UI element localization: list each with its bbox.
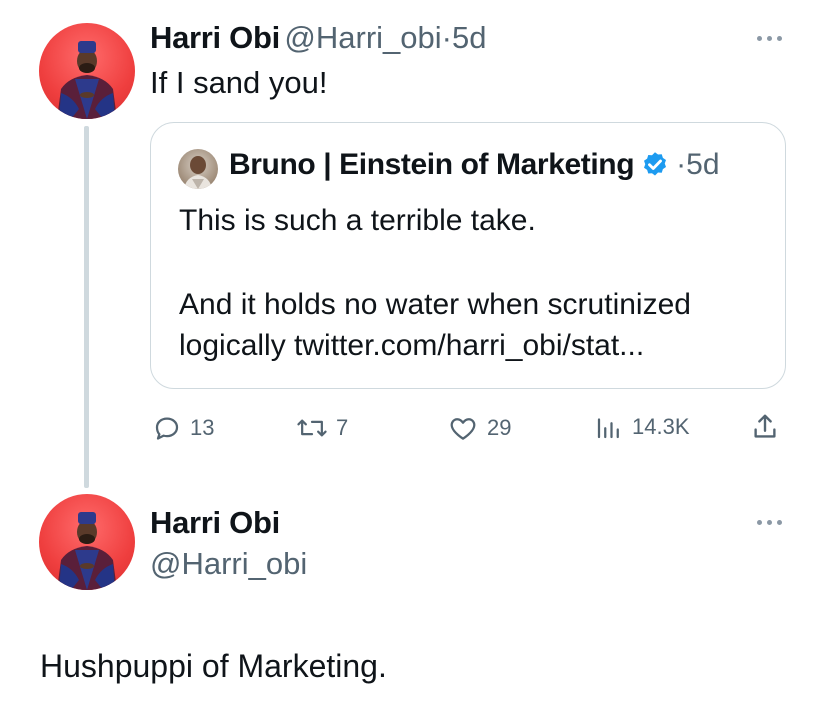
quoted-line-2: And it holds no water when scrutinized	[179, 288, 691, 321]
quoted-author-avatar	[178, 149, 218, 189]
quoted-line-3: logically twitter.com/harri_obi/stat...	[179, 329, 645, 362]
author-avatar[interactable]	[39, 23, 135, 119]
separator-dot: ·	[441, 20, 452, 55]
views-button[interactable]: 14.3K	[594, 412, 690, 442]
author-handle[interactable]: @Harri_obi	[284, 20, 441, 55]
reply-more-options-icon[interactable]	[751, 517, 787, 527]
tweet-header: Harri Obi @Harri_obi·5d	[150, 20, 486, 56]
quoted-line-1: This is such a terrible take.	[179, 204, 536, 237]
tweet-time[interactable]: 5d	[452, 20, 486, 55]
reply-author-avatar[interactable]	[39, 494, 135, 590]
reply-button[interactable]: 13	[152, 413, 214, 443]
tweet-text: If I sand you!	[150, 65, 328, 100]
reply-author-name[interactable]: Harri Obi	[150, 505, 280, 541]
author-name[interactable]: Harri Obi	[150, 20, 280, 55]
heart-icon	[450, 418, 476, 440]
view-count: 14.3K	[632, 414, 690, 439]
reply-icon	[155, 417, 179, 440]
thread-connector-line	[84, 126, 89, 488]
reply-author-handle[interactable]: @Harri_obi	[150, 546, 307, 582]
like-count: 29	[487, 415, 512, 440]
retweet-button[interactable]: 7	[296, 413, 348, 443]
quoted-tweet-time: 5d	[686, 148, 720, 181]
like-button[interactable]: 29	[447, 413, 511, 443]
share-icon	[754, 414, 776, 438]
quoted-author-name: Bruno | Einstein of Marketing	[229, 148, 635, 181]
reply-count: 13	[190, 415, 215, 440]
retweet-count: 7	[336, 415, 349, 440]
share-button[interactable]	[750, 411, 780, 443]
analytics-bars-icon	[597, 418, 619, 439]
quoted-tweet-header: Bruno | Einstein of Marketing · 5d	[229, 148, 720, 182]
quoted-separator-dot: ·	[676, 148, 687, 181]
verified-badge-icon	[640, 150, 670, 180]
retweet-icon	[297, 419, 327, 437]
reply-tweet-text: Hushpuppi of Marketing.	[40, 648, 387, 684]
more-options-icon[interactable]	[751, 33, 787, 43]
